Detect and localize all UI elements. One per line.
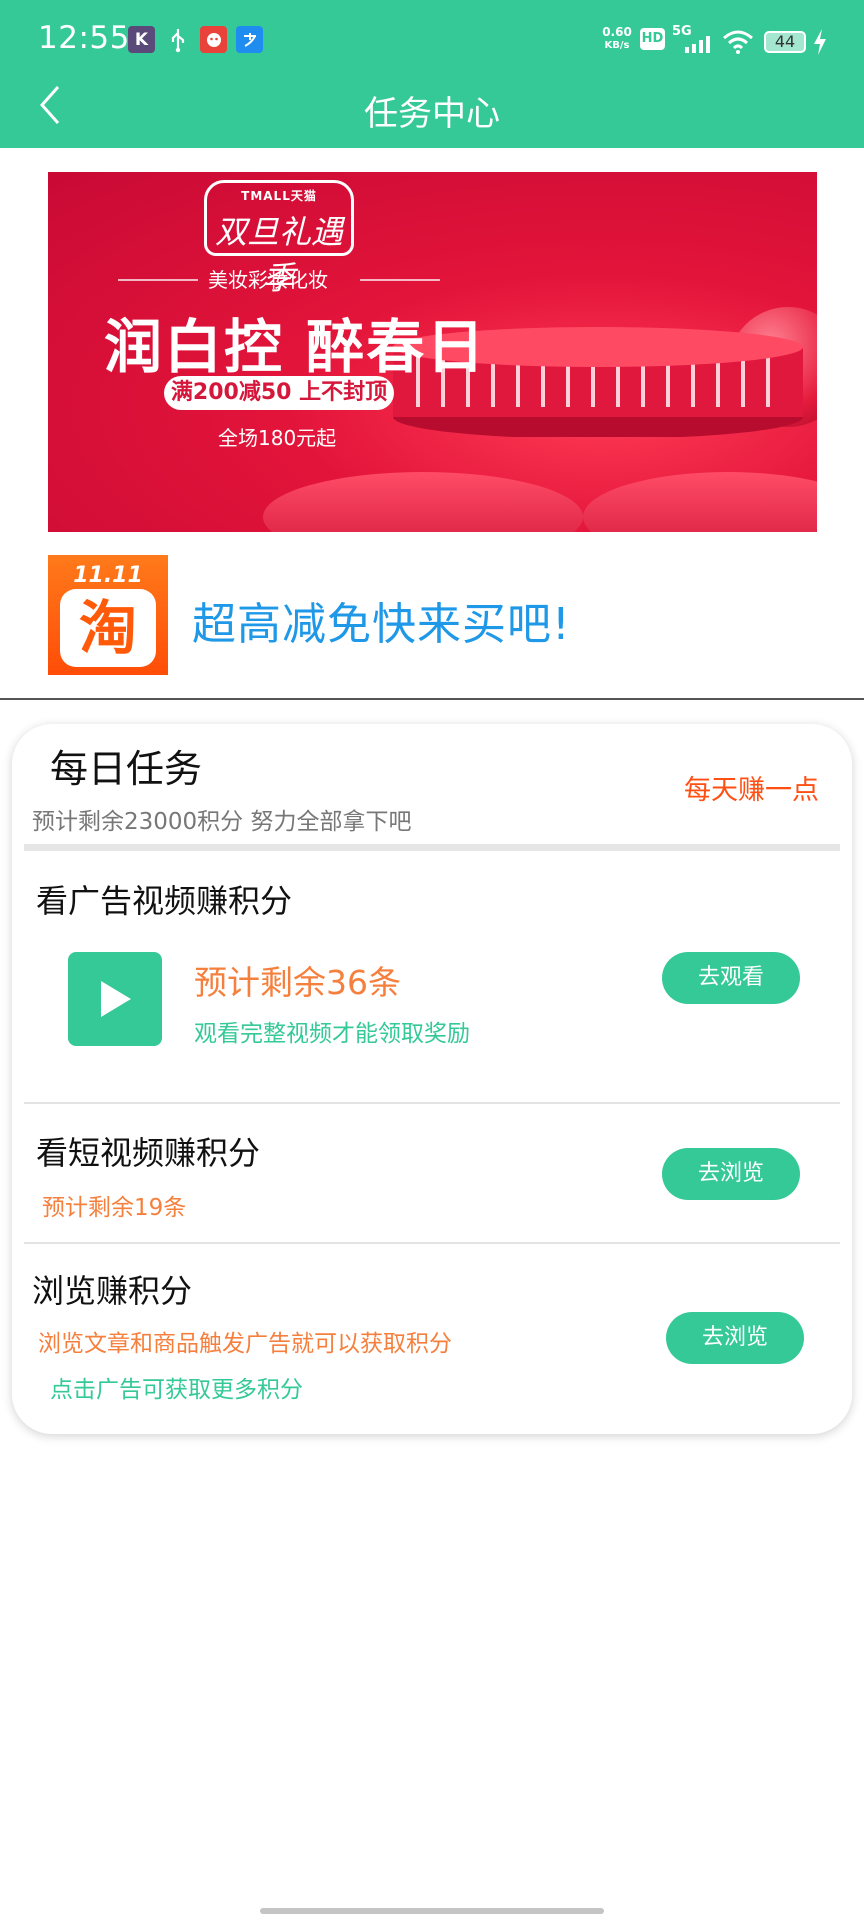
usb-icon (164, 26, 191, 53)
daily-task-card: 每日任务 预计剩余23000积分 努力全部拿下吧 每天赚一点 看广告视频赚积分 … (12, 724, 852, 1434)
task-ad-video-note: 观看完整视频才能领取奖励 (194, 1021, 470, 1047)
banner-subtitle: 美妆彩妆化妆 (208, 268, 328, 292)
tmall-logo: TMALL天猫 双旦礼遇季 (204, 180, 354, 297)
browse-short-video-button[interactable]: 去浏览 (662, 1148, 800, 1200)
task-short-video-remaining: 预计剩余19条 (42, 1195, 187, 1221)
hd-badge: HD (640, 28, 665, 50)
bolt-icon (812, 28, 828, 60)
status-time: 12:55 (38, 20, 130, 56)
card-subtitle: 预计剩余23000积分 努力全部拿下吧 (32, 809, 412, 835)
pdd-app-icon (200, 26, 227, 53)
banner-line-left (118, 279, 198, 281)
signal-icon (684, 34, 714, 58)
earn-daily-link[interactable]: 每天赚一点 (684, 768, 819, 807)
promo-text[interactable]: 超高减免快来买吧! (192, 588, 571, 652)
banner-podium-right (583, 472, 817, 532)
task-browse-note: 浏览文章和商品触发广告就可以获取积分 (38, 1331, 452, 1357)
wifi-icon (722, 30, 754, 58)
ad-banner[interactable]: TMALL天猫 双旦礼遇季 美妆彩妆化妆 润白控 醉春日 满200减50 上不封… (48, 172, 817, 532)
watch-ad-button[interactable]: 去观看 (662, 952, 800, 1004)
play-button[interactable] (68, 952, 162, 1046)
browse-articles-button[interactable]: 去浏览 (666, 1312, 804, 1364)
task-separator (24, 1242, 840, 1244)
banner-footer: 全场180元起 (218, 426, 337, 450)
task-separator (24, 1102, 840, 1104)
card-header-divider (24, 844, 840, 851)
task-short-video-title: 看短视频赚积分 (36, 1134, 261, 1172)
task-ad-video-remaining: 预计剩余36条 (194, 963, 401, 1002)
taobao-logo[interactable]: 11.11 淘 (48, 555, 168, 675)
section-divider (0, 698, 864, 700)
k-app-icon: K (128, 26, 155, 53)
page-title: 任务中心 (364, 94, 500, 134)
banner-offer: 满200减50 上不封顶 (164, 376, 394, 410)
banner-line-right (360, 279, 440, 281)
home-indicator[interactable] (260, 1908, 604, 1914)
card-title: 每日任务 (50, 747, 203, 791)
banner-podium-left (263, 472, 583, 532)
banner-headline: 润白控 醉春日 (104, 313, 487, 381)
battery-indicator: 44 (764, 31, 806, 53)
task-browse-tip: 点击广告可获取更多积分 (50, 1377, 303, 1403)
play-icon (101, 981, 131, 1017)
task-ad-video-title: 看广告视频赚积分 (36, 882, 293, 920)
network-speed: 0.60 KB/s (602, 25, 632, 52)
alipay-icon (236, 26, 263, 53)
task-browse-title: 浏览赚积分 (32, 1272, 193, 1310)
